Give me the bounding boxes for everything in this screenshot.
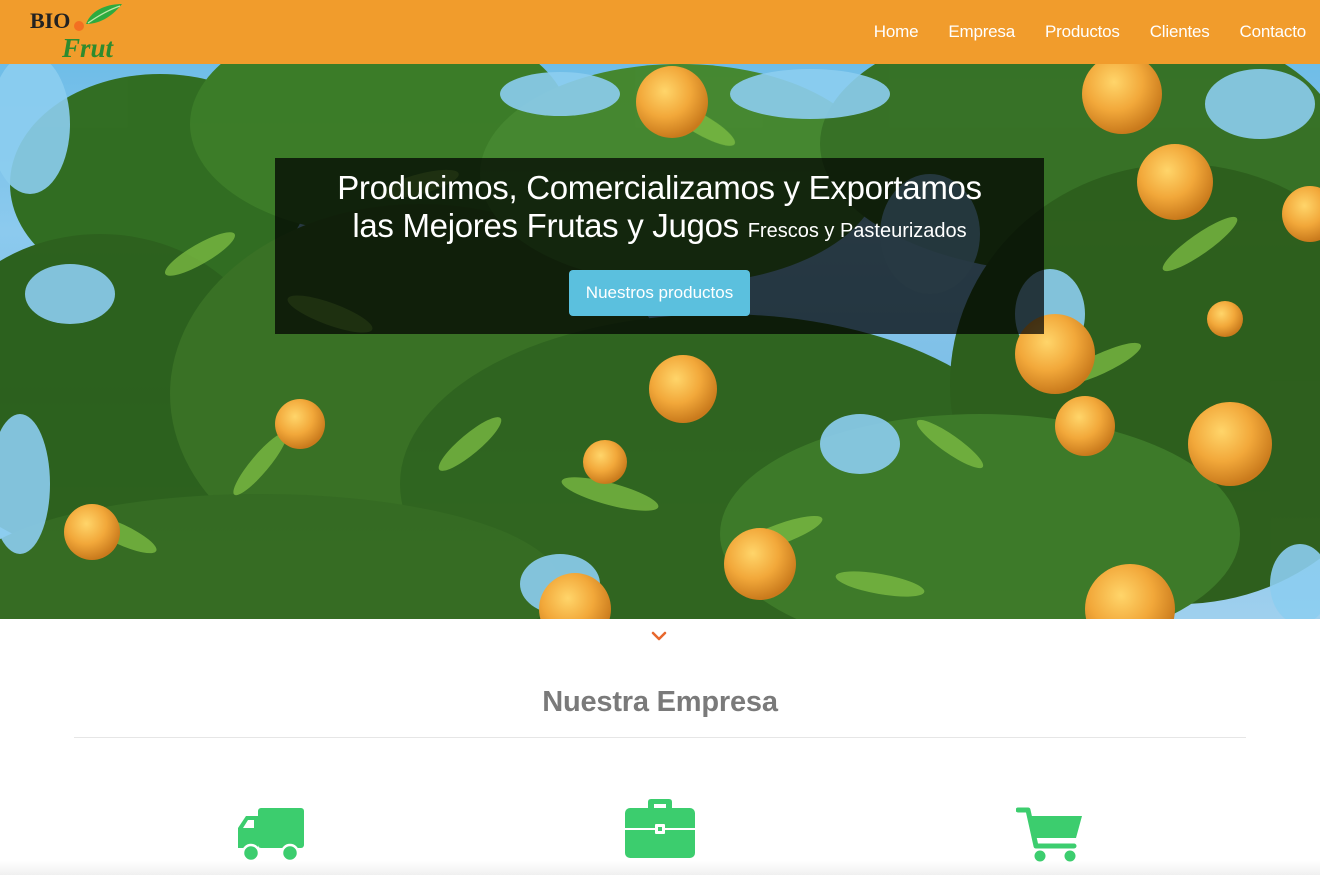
main-nav: Home Empresa Productos Clientes Contacto <box>844 0 1306 64</box>
orange-tree-background-image <box>0 64 1320 619</box>
nuestros-productos-button[interactable]: Nuestros productos <box>568 270 751 316</box>
nav-home[interactable]: Home <box>874 22 919 42</box>
brand-logo[interactable]: BIO Frut <box>28 2 128 62</box>
hero-headline: Producimos, Comercializamos y Exportamos… <box>275 169 1044 250</box>
hero-title-line1: Producimos, Comercializamos y Exportamos <box>337 169 982 206</box>
logo-text-bio: BIO <box>30 8 70 33</box>
section-title-empresa: Nuestra Empresa <box>542 686 778 718</box>
truck-icon <box>236 806 306 869</box>
shopping-cart-icon <box>1015 806 1084 869</box>
hero-title-small: Frescos y Pasteurizados <box>747 220 967 242</box>
nav-empresa[interactable]: Empresa <box>948 22 1015 42</box>
nav-clientes[interactable]: Clientes <box>1150 22 1210 42</box>
logo-text-frut: Frut <box>61 33 115 62</box>
chevron-down-icon[interactable] <box>651 630 667 642</box>
hero-title-line2: las Mejores Frutas y Jugos <box>352 207 739 244</box>
bottom-edge-shadow <box>0 861 1320 875</box>
nav-contacto[interactable]: Contacto <box>1240 22 1307 42</box>
hero-section: Producimos, Comercializamos y Exportamos… <box>0 64 1320 619</box>
hero-caption-box: Producimos, Comercializamos y Exportamos… <box>275 158 1044 334</box>
nav-productos[interactable]: Productos <box>1045 22 1120 42</box>
section-divider <box>74 737 1246 738</box>
navbar: BIO Frut Home Empresa Productos Clientes… <box>0 0 1320 64</box>
briefcase-icon <box>624 798 696 865</box>
